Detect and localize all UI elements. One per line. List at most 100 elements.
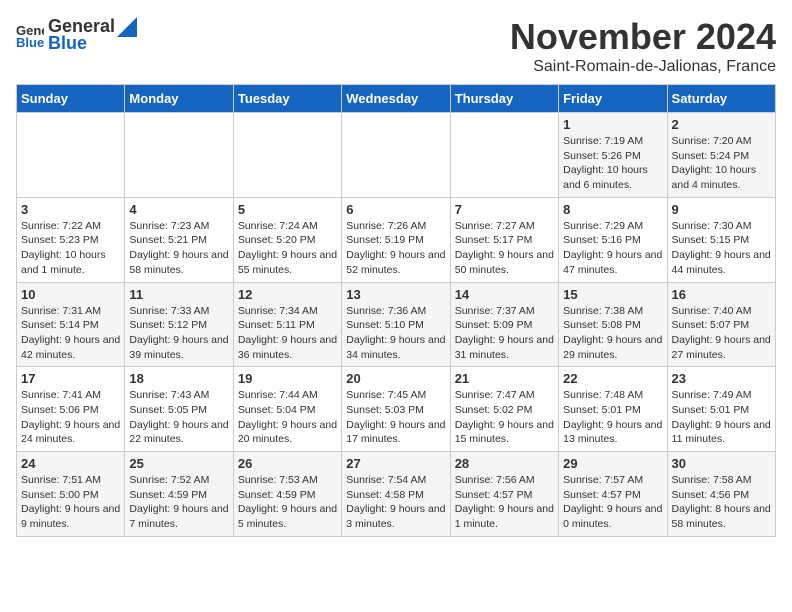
day-info: Sunrise: 7:27 AM Sunset: 5:17 PM Dayligh… [455, 219, 554, 278]
day-info: Sunrise: 7:57 AM Sunset: 4:57 PM Dayligh… [563, 473, 662, 532]
day-number: 9 [672, 202, 771, 217]
day-number: 6 [346, 202, 445, 217]
calendar-cell [233, 113, 341, 198]
calendar-body: 1 Sunrise: 7:19 AM Sunset: 5:26 PM Daylig… [17, 113, 776, 537]
calendar-table: SundayMondayTuesdayWednesdayThursdayFrid… [16, 84, 776, 537]
header: General Blue General Blue November 2024 … [16, 16, 776, 76]
logo-blue: Blue [48, 33, 137, 54]
logo-icon: General Blue [16, 21, 44, 49]
calendar-cell: 14Sunrise: 7:37 AM Sunset: 5:09 PM Dayli… [450, 282, 558, 367]
day-info: Sunrise: 7:38 AM Sunset: 5:08 PM Dayligh… [563, 304, 662, 363]
day-number: 4 [129, 202, 228, 217]
calendar-header-monday: Monday [125, 85, 233, 113]
svg-text:Blue: Blue [16, 35, 44, 49]
day-number: 15 [563, 287, 662, 302]
day-info: Sunrise: 7:30 AM Sunset: 5:15 PM Dayligh… [672, 219, 771, 278]
day-number: 26 [238, 456, 337, 471]
day-info: Sunrise: 7:22 AM Sunset: 5:23 PM Dayligh… [21, 219, 120, 278]
calendar-header-sunday: Sunday [17, 85, 125, 113]
day-info: Sunrise: 7:20 AM Sunset: 5:24 PM Dayligh… [672, 134, 771, 193]
calendar-cell: 24 Sunrise: 7:51 AM Sunset: 5:00 PM Dayli… [17, 452, 125, 537]
day-number: 21 [455, 371, 554, 386]
month-title: November 2024 [510, 16, 776, 58]
day-info: Sunrise: 7:51 AM Sunset: 5:00 PM Dayligh… [21, 473, 120, 532]
day-info: Sunrise: 7:54 AM Sunset: 4:58 PM Dayligh… [346, 473, 445, 532]
calendar-week-row: 24 Sunrise: 7:51 AM Sunset: 5:00 PM Dayli… [17, 452, 776, 537]
calendar-cell: 9 Sunrise: 7:30 AM Sunset: 5:15 PM Daylig… [667, 197, 775, 282]
day-info: Sunrise: 7:23 AM Sunset: 5:21 PM Dayligh… [129, 219, 228, 278]
calendar-cell: 3Sunrise: 7:22 AM Sunset: 5:23 PM Daylig… [17, 197, 125, 282]
calendar-cell: 5 Sunrise: 7:24 AM Sunset: 5:20 PM Daylig… [233, 197, 341, 282]
calendar-header-saturday: Saturday [667, 85, 775, 113]
calendar-cell: 30Sunrise: 7:58 AM Sunset: 4:56 PM Dayli… [667, 452, 775, 537]
day-info: Sunrise: 7:43 AM Sunset: 5:05 PM Dayligh… [129, 388, 228, 447]
calendar-header-thursday: Thursday [450, 85, 558, 113]
day-number: 24 [21, 456, 120, 471]
calendar-cell [450, 113, 558, 198]
day-number: 27 [346, 456, 445, 471]
day-number: 29 [563, 456, 662, 471]
day-info: Sunrise: 7:31 AM Sunset: 5:14 PM Dayligh… [21, 304, 120, 363]
day-number: 22 [563, 371, 662, 386]
calendar-cell: 25 Sunrise: 7:52 AM Sunset: 4:59 PM Dayli… [125, 452, 233, 537]
day-number: 19 [238, 371, 337, 386]
day-info: Sunrise: 7:40 AM Sunset: 5:07 PM Dayligh… [672, 304, 771, 363]
calendar-cell: 11 Sunrise: 7:33 AM Sunset: 5:12 PM Dayli… [125, 282, 233, 367]
day-info: Sunrise: 7:19 AM Sunset: 5:26 PM Dayligh… [563, 134, 662, 193]
day-number: 12 [238, 287, 337, 302]
calendar-cell: 23Sunrise: 7:49 AM Sunset: 5:01 PM Dayli… [667, 367, 775, 452]
day-number: 5 [238, 202, 337, 217]
day-info: Sunrise: 7:47 AM Sunset: 5:02 PM Dayligh… [455, 388, 554, 447]
day-number: 10 [21, 287, 120, 302]
calendar-week-row: 17 Sunrise: 7:41 AM Sunset: 5:06 PM Dayli… [17, 367, 776, 452]
calendar-cell: 22 Sunrise: 7:48 AM Sunset: 5:01 PM Dayli… [559, 367, 667, 452]
calendar-cell: 28Sunrise: 7:56 AM Sunset: 4:57 PM Dayli… [450, 452, 558, 537]
calendar-cell: 7 Sunrise: 7:27 AM Sunset: 5:17 PM Daylig… [450, 197, 558, 282]
day-info: Sunrise: 7:58 AM Sunset: 4:56 PM Dayligh… [672, 473, 771, 532]
logo: General Blue General Blue [16, 16, 137, 54]
day-info: Sunrise: 7:41 AM Sunset: 5:06 PM Dayligh… [21, 388, 120, 447]
calendar-cell: 21 Sunrise: 7:47 AM Sunset: 5:02 PM Dayli… [450, 367, 558, 452]
day-number: 23 [672, 371, 771, 386]
day-number: 2 [672, 117, 771, 132]
day-number: 25 [129, 456, 228, 471]
calendar-header-tuesday: Tuesday [233, 85, 341, 113]
day-info: Sunrise: 7:37 AM Sunset: 5:09 PM Dayligh… [455, 304, 554, 363]
day-info: Sunrise: 7:36 AM Sunset: 5:10 PM Dayligh… [346, 304, 445, 363]
day-info: Sunrise: 7:48 AM Sunset: 5:01 PM Dayligh… [563, 388, 662, 447]
calendar-week-row: 3Sunrise: 7:22 AM Sunset: 5:23 PM Daylig… [17, 197, 776, 282]
day-info: Sunrise: 7:34 AM Sunset: 5:11 PM Dayligh… [238, 304, 337, 363]
day-info: Sunrise: 7:53 AM Sunset: 4:59 PM Dayligh… [238, 473, 337, 532]
calendar-cell: 29 Sunrise: 7:57 AM Sunset: 4:57 PM Dayli… [559, 452, 667, 537]
day-info: Sunrise: 7:24 AM Sunset: 5:20 PM Dayligh… [238, 219, 337, 278]
day-number: 18 [129, 371, 228, 386]
day-number: 1 [563, 117, 662, 132]
calendar-cell: 6Sunrise: 7:26 AM Sunset: 5:19 PM Daylig… [342, 197, 450, 282]
day-info: Sunrise: 7:29 AM Sunset: 5:16 PM Dayligh… [563, 219, 662, 278]
day-info: Sunrise: 7:33 AM Sunset: 5:12 PM Dayligh… [129, 304, 228, 363]
day-number: 11 [129, 287, 228, 302]
calendar-cell: 19 Sunrise: 7:44 AM Sunset: 5:04 PM Dayli… [233, 367, 341, 452]
calendar-cell: 26 Sunrise: 7:53 AM Sunset: 4:59 PM Dayli… [233, 452, 341, 537]
day-number: 8 [563, 202, 662, 217]
calendar-week-row: 1 Sunrise: 7:19 AM Sunset: 5:26 PM Daylig… [17, 113, 776, 198]
day-number: 17 [21, 371, 120, 386]
calendar-cell: 27 Sunrise: 7:54 AM Sunset: 4:58 PM Dayli… [342, 452, 450, 537]
calendar-cell: 10 Sunrise: 7:31 AM Sunset: 5:14 PM Dayli… [17, 282, 125, 367]
day-info: Sunrise: 7:44 AM Sunset: 5:04 PM Dayligh… [238, 388, 337, 447]
calendar-cell [342, 113, 450, 198]
calendar-cell: 13 Sunrise: 7:36 AM Sunset: 5:10 PM Dayli… [342, 282, 450, 367]
calendar-header-row: SundayMondayTuesdayWednesdayThursdayFrid… [17, 85, 776, 113]
subtitle: Saint-Romain-de-Jalionas, France [510, 58, 776, 76]
day-number: 7 [455, 202, 554, 217]
day-info: Sunrise: 7:52 AM Sunset: 4:59 PM Dayligh… [129, 473, 228, 532]
calendar-cell: 8 Sunrise: 7:29 AM Sunset: 5:16 PM Daylig… [559, 197, 667, 282]
day-info: Sunrise: 7:56 AM Sunset: 4:57 PM Dayligh… [455, 473, 554, 532]
calendar-cell: 1 Sunrise: 7:19 AM Sunset: 5:26 PM Daylig… [559, 113, 667, 198]
calendar-cell: 17 Sunrise: 7:41 AM Sunset: 5:06 PM Dayli… [17, 367, 125, 452]
calendar-header-friday: Friday [559, 85, 667, 113]
calendar-header-wednesday: Wednesday [342, 85, 450, 113]
calendar-cell: 12 Sunrise: 7:34 AM Sunset: 5:11 PM Dayli… [233, 282, 341, 367]
calendar-cell: 18 Sunrise: 7:43 AM Sunset: 5:05 PM Dayli… [125, 367, 233, 452]
day-number: 13 [346, 287, 445, 302]
